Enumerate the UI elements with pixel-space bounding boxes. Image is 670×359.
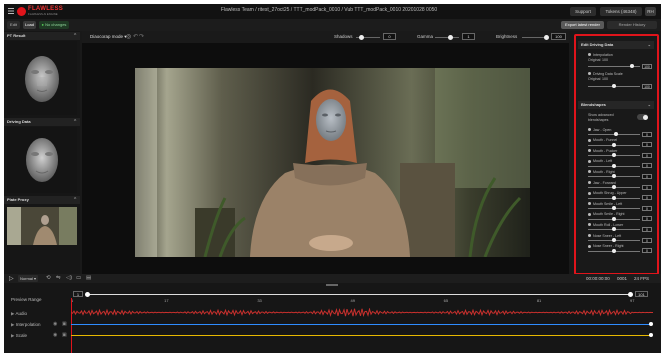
folder-icon[interactable]: ▤ bbox=[86, 275, 91, 281]
target-icon[interactable]: ◎ bbox=[126, 33, 131, 40]
timeline-panel: ▷ Normal ▾ ⟲ ⇋ ◁) ▭ ▤ 00:00:00:00 0001 2… bbox=[4, 274, 661, 353]
pt-result-header[interactable]: PT Result ⌃ bbox=[4, 32, 80, 40]
app-window: FLAWLESS FLAWLESS AI ENGINE Flawless Tea… bbox=[4, 4, 661, 353]
interpolation-track-label: ▶ Interpolation bbox=[11, 322, 41, 328]
range-track[interactable] bbox=[87, 294, 630, 295]
highlight-annotation bbox=[574, 34, 659, 275]
edit-button[interactable]: Edit bbox=[7, 21, 20, 29]
frame-tick-label: 17 bbox=[164, 298, 169, 303]
top-bar: FLAWLESS FLAWLESS AI ENGINE Flawless Tea… bbox=[4, 4, 661, 19]
brightness-label: Brightness bbox=[496, 34, 518, 39]
gamma-slider-handle[interactable] bbox=[448, 35, 453, 40]
play-icon[interactable]: ▷ bbox=[9, 275, 14, 282]
frame-tick-label: 65 bbox=[443, 298, 449, 303]
driving-data-label: Driving Data bbox=[7, 119, 31, 124]
chevron-down-icon: ▾ bbox=[32, 276, 37, 281]
audio-track-name: Audio bbox=[15, 311, 27, 316]
undo-icon[interactable]: ↶ bbox=[133, 33, 138, 40]
fps-label: 24 FPS bbox=[634, 276, 650, 281]
lock-icon[interactable]: ▣ bbox=[62, 321, 67, 327]
gamma-slider[interactable] bbox=[435, 37, 459, 38]
range-start-handle[interactable] bbox=[85, 292, 90, 297]
chevron-up-icon[interactable]: ⌃ bbox=[73, 196, 77, 204]
preview-range-label: Preview Range bbox=[11, 297, 42, 302]
brightness-value[interactable]: 100 bbox=[551, 33, 566, 40]
frame-tick-label: 81 bbox=[536, 298, 542, 303]
tokens-button[interactable]: Tokens (46348) bbox=[600, 7, 642, 16]
plate-proxy-header[interactable]: Plate Proxy ⌃ bbox=[4, 196, 80, 204]
range-end-value[interactable]: 101 bbox=[635, 291, 648, 297]
eye-icon[interactable]: ◉ bbox=[53, 321, 57, 327]
speed-select[interactable]: Normal ▾ bbox=[18, 275, 39, 282]
display-mode-select[interactable]: Diaocorap mode ▾ bbox=[88, 33, 129, 41]
plate-proxy-label: Plate Proxy bbox=[7, 197, 29, 202]
viewer-toolbar: Diaocorap mode ▾ ◎ ↶ ↷ Shadows 0 Gamma 1… bbox=[82, 31, 569, 43]
transport-bar: ▷ Normal ▾ ⟲ ⇋ ◁) ▭ ▤ 00:00:00:00 0001 2… bbox=[4, 274, 661, 283]
no-changes-label: No changes bbox=[45, 22, 67, 27]
frame-tick-label: 33 bbox=[257, 298, 262, 303]
load-button[interactable]: Load bbox=[23, 21, 36, 29]
video-frame-image bbox=[135, 68, 530, 257]
driving-data-header[interactable]: Driving Data ⌃ bbox=[4, 118, 80, 126]
chevron-up-icon[interactable]: ⌃ bbox=[73, 118, 77, 126]
audio-waveform bbox=[71, 308, 654, 317]
interpolation-track-name: Interpolation bbox=[15, 322, 41, 327]
render-history-button[interactable]: Render History bbox=[607, 21, 657, 29]
gamma-value[interactable]: 1 bbox=[462, 33, 475, 40]
scale-curve bbox=[71, 335, 651, 336]
menu-icon[interactable] bbox=[8, 8, 14, 14]
screen-icon[interactable]: ▭ bbox=[76, 275, 81, 281]
drag-handle-icon[interactable] bbox=[326, 284, 338, 286]
gamma-label: Gamma bbox=[417, 34, 434, 39]
logo-mark-icon bbox=[17, 7, 26, 16]
audio-icon[interactable]: ◁) bbox=[66, 275, 72, 281]
edit-bar: Edit Load ● No changes Export latest ren… bbox=[4, 19, 661, 31]
export-render-button[interactable]: Export latest render bbox=[561, 21, 604, 29]
shadows-label: Shadows bbox=[334, 34, 353, 39]
scale-track-label: ▶ Scale bbox=[11, 333, 27, 339]
logo-subtext: FLAWLESS AI ENGINE bbox=[28, 12, 58, 16]
left-panel: PT Result ⌃ Driving Data ⌃ Plate Proxy ⌃ bbox=[4, 31, 80, 274]
pt-result-thumbnail bbox=[7, 41, 77, 115]
range-start-value[interactable]: 1 bbox=[73, 291, 83, 297]
driving-data-thumbnail bbox=[7, 127, 77, 193]
lock-icon[interactable]: ▣ bbox=[62, 332, 67, 338]
chevron-up-icon[interactable]: ⌃ bbox=[73, 32, 77, 40]
avatar[interactable]: RH bbox=[645, 7, 656, 16]
plate-proxy-thumbnail bbox=[7, 207, 77, 245]
face-mesh-icon bbox=[25, 56, 59, 102]
video-frame bbox=[135, 68, 530, 257]
shadows-value[interactable]: 0 bbox=[383, 33, 396, 40]
keyframe-end[interactable] bbox=[649, 322, 653, 326]
display-mode-label: Diaocorap mode bbox=[90, 34, 124, 39]
redo-icon[interactable]: ↷ bbox=[139, 33, 144, 40]
frame-number: 0001 bbox=[617, 276, 628, 281]
breadcrumb: Flawless Team / ritest_27oct25 / TTT_mod… bbox=[220, 7, 438, 13]
video-viewer: Diaocorap mode ▾ ◎ ↶ ↷ Shadows 0 Gamma 1… bbox=[82, 31, 569, 274]
eye-icon[interactable]: ◉ bbox=[53, 332, 57, 338]
pt-result-label: PT Result bbox=[7, 33, 26, 38]
interpolation-curve bbox=[71, 324, 651, 325]
shadows-slider-handle[interactable] bbox=[359, 35, 364, 40]
loop-icon[interactable]: ⟲ bbox=[46, 275, 51, 281]
sync-icon[interactable]: ⇋ bbox=[56, 275, 61, 281]
range-end-handle[interactable] bbox=[628, 292, 633, 297]
keyframe-end[interactable] bbox=[649, 333, 653, 337]
speed-label: Normal bbox=[20, 276, 33, 281]
brightness-slider-handle[interactable] bbox=[544, 35, 549, 40]
timecode: 00:00:00:00 bbox=[586, 276, 610, 281]
flawless-logo: FLAWLESS FLAWLESS AI ENGINE bbox=[17, 6, 77, 17]
support-button[interactable]: Support bbox=[570, 7, 596, 16]
audio-track-label: ▶ Audio bbox=[11, 311, 27, 317]
face-mesh-icon bbox=[26, 138, 58, 182]
no-changes-badge: ● No changes bbox=[39, 21, 69, 29]
frame-tick-label: 97 bbox=[630, 298, 635, 303]
scale-track-name: Scale bbox=[15, 333, 27, 338]
playhead[interactable] bbox=[71, 298, 72, 353]
video-frame-image bbox=[7, 207, 77, 245]
frame-tick-label: 49 bbox=[350, 298, 355, 303]
